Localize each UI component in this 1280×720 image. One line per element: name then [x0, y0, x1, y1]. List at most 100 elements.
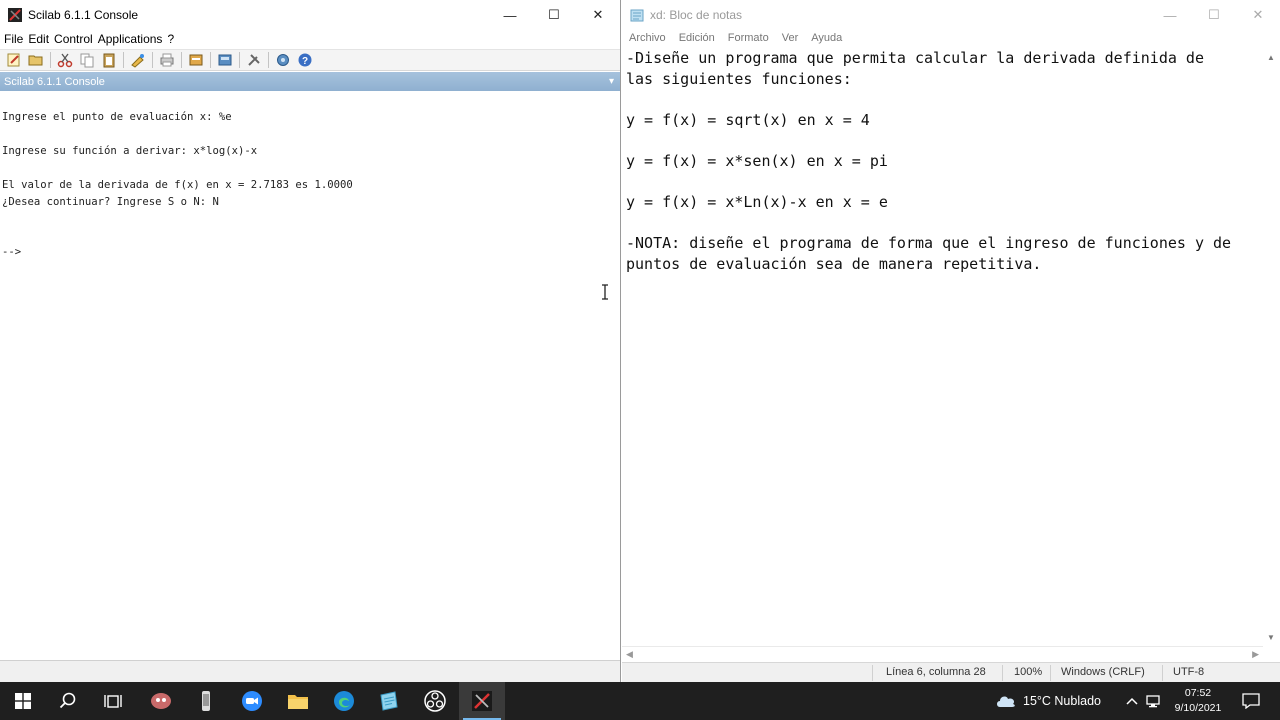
text-line: y = f(x) = x*sen(x) en x = pi — [626, 151, 888, 170]
change-directory-icon[interactable] — [129, 51, 147, 69]
notepad-text-area[interactable]: -Diseñe un programa que permita calcular… — [626, 48, 1262, 646]
status-encoding: UTF-8 — [1173, 666, 1205, 678]
search-icon[interactable] — [45, 682, 91, 720]
scroll-down-icon[interactable]: ▼ — [1267, 633, 1275, 642]
network-icon[interactable] — [1144, 682, 1164, 720]
notepad-titlebar[interactable]: xd: Bloc de notas — ☐ ✕ — [622, 0, 1280, 30]
toolbar-separator — [268, 52, 269, 68]
vertical-scrollbar[interactable]: ▲ ▼ — [1263, 47, 1280, 646]
text-line — [626, 130, 1262, 151]
menu-archivo[interactable]: Archivo — [629, 32, 666, 44]
maximize-button[interactable]: ☐ — [532, 0, 576, 30]
menu-help[interactable]: ? — [167, 32, 174, 46]
svg-text:?: ? — [302, 56, 308, 67]
file-explorer-icon[interactable] — [275, 682, 321, 720]
task-view-icon[interactable] — [90, 682, 136, 720]
menu-control[interactable]: Control — [54, 32, 93, 46]
notepad-statusbar: Línea 6, columna 28 100% Windows (CRLF) … — [622, 662, 1280, 682]
demos-icon[interactable] — [274, 51, 292, 69]
text-line: y = f(x) = sqrt(x) en x = 4 — [626, 110, 870, 129]
scroll-up-icon[interactable]: ▲ — [1267, 53, 1275, 62]
new-script-icon[interactable] — [5, 51, 23, 69]
text-line — [626, 172, 1262, 193]
scilab-statusbar — [0, 660, 620, 682]
notepad-window[interactable]: xd: Bloc de notas — ☐ ✕ Archivo Edición … — [622, 0, 1280, 682]
menu-edicion[interactable]: Edición — [679, 32, 715, 44]
console-line: Ingrese su función a derivar: x*log(x)-x — [2, 145, 258, 157]
menu-ver[interactable]: Ver — [782, 32, 799, 44]
clock-time: 07:52 — [1184, 687, 1212, 699]
toolbar-separator — [239, 52, 240, 68]
chevron-up-icon[interactable] — [1122, 682, 1142, 720]
scroll-right-icon[interactable]: ▶ — [1252, 649, 1259, 660]
scroll-left-icon[interactable]: ◀ — [626, 649, 633, 660]
text-line: las siguientes funciones: — [626, 69, 852, 88]
close-button[interactable]: ✕ — [576, 0, 620, 30]
text-line — [626, 213, 1262, 234]
menu-ayuda[interactable]: Ayuda — [811, 32, 842, 44]
print-icon[interactable] — [158, 51, 176, 69]
scilab-menubar: File Edit Control Applications ? — [0, 30, 620, 48]
menu-edit[interactable]: Edit — [28, 32, 49, 46]
paste-icon[interactable] — [100, 51, 118, 69]
app-icon-1[interactable] — [138, 682, 184, 720]
browser-icon[interactable] — [187, 51, 205, 69]
status-divider — [1002, 665, 1003, 681]
menu-formato[interactable]: Formato — [728, 32, 769, 44]
weather-text: 15°C Nublado — [1023, 694, 1101, 708]
console-line: Ingrese el punto de evaluación x: %e — [2, 111, 232, 123]
status-divider — [1050, 665, 1051, 681]
console-line: ¿Desea continuar? Ingrese S o N: N — [2, 196, 219, 208]
desktop: Scilab 6.1.1 Console — ☐ ✕ File Edit Con… — [0, 0, 1280, 720]
open-folder-icon[interactable] — [27, 51, 45, 69]
status-divider — [872, 665, 873, 681]
preferences-icon[interactable] — [245, 51, 263, 69]
scilab-titlebar[interactable]: Scilab 6.1.1 Console — ☐ ✕ — [0, 0, 620, 30]
notifications-icon[interactable] — [1238, 682, 1264, 720]
text-line — [626, 89, 1262, 110]
scilab-console[interactable]: Ingrese el punto de evaluación x: %e Ing… — [0, 91, 620, 660]
console-prompt[interactable]: --> — [2, 246, 21, 258]
horizontal-scrollbar[interactable]: ◀ ▶ — [622, 646, 1263, 662]
taskbar: 15°C Nublado 07:52 9/10/2021 — [0, 682, 1280, 720]
minimize-button[interactable]: — — [488, 0, 532, 30]
edge-icon[interactable] — [321, 682, 367, 720]
help-icon[interactable]: ? — [296, 51, 314, 69]
console-line: El valor de la derivada de f(x) en x = 2… — [2, 179, 353, 191]
scilab-window[interactable]: Scilab 6.1.1 Console — ☐ ✕ File Edit Con… — [0, 0, 621, 682]
maximize-button[interactable]: ☐ — [1192, 0, 1236, 30]
zoom-icon[interactable] — [229, 682, 275, 720]
status-line-ending: Windows (CRLF) — [1061, 666, 1145, 678]
status-divider — [1162, 665, 1163, 681]
cloud-icon — [995, 692, 1017, 711]
system-clock[interactable]: 07:52 9/10/2021 — [1168, 686, 1228, 716]
variable-editor-icon[interactable] — [216, 51, 234, 69]
scilab-icon[interactable] — [459, 682, 505, 720]
toolbar-separator — [181, 52, 182, 68]
status-zoom: 100% — [1014, 666, 1043, 678]
toolbar-separator — [123, 52, 124, 68]
undock-icon[interactable]: ▾ — [609, 76, 614, 87]
console-header: Scilab 6.1.1 Console ▾ — [0, 72, 620, 91]
text-line: y = f(x) = x*Ln(x)-x en x = e — [626, 193, 888, 212]
start-icon[interactable] — [0, 682, 46, 720]
scilab-window-title: Scilab 6.1.1 Console — [28, 8, 139, 22]
text-line: -Diseñe un programa que permita calcular… — [626, 49, 1204, 67]
close-button[interactable]: ✕ — [1236, 0, 1280, 30]
toolbar-separator — [152, 52, 153, 68]
menu-applications[interactable]: Applications — [98, 32, 163, 46]
obs-icon[interactable] — [412, 682, 458, 720]
clock-date: 9/10/2021 — [1174, 702, 1222, 714]
toolbar-separator — [210, 52, 211, 68]
console-header-label: Scilab 6.1.1 Console — [4, 75, 105, 88]
cut-icon[interactable] — [56, 51, 74, 69]
notepad-icon[interactable] — [366, 682, 412, 720]
weather-widget[interactable]: 15°C Nublado — [995, 682, 1101, 720]
notepad-menubar: Archivo Edición Formato Ver Ayuda — [622, 30, 1280, 46]
minimize-button[interactable]: — — [1148, 0, 1192, 30]
menu-file[interactable]: File — [4, 32, 23, 46]
text-line: -NOTA: diseñe el programa de forma que e… — [626, 234, 1232, 253]
copy-icon[interactable] — [78, 51, 96, 69]
text-line: puntos de evaluación sea de manera repet… — [626, 254, 1042, 273]
app-icon-2[interactable] — [183, 682, 229, 720]
